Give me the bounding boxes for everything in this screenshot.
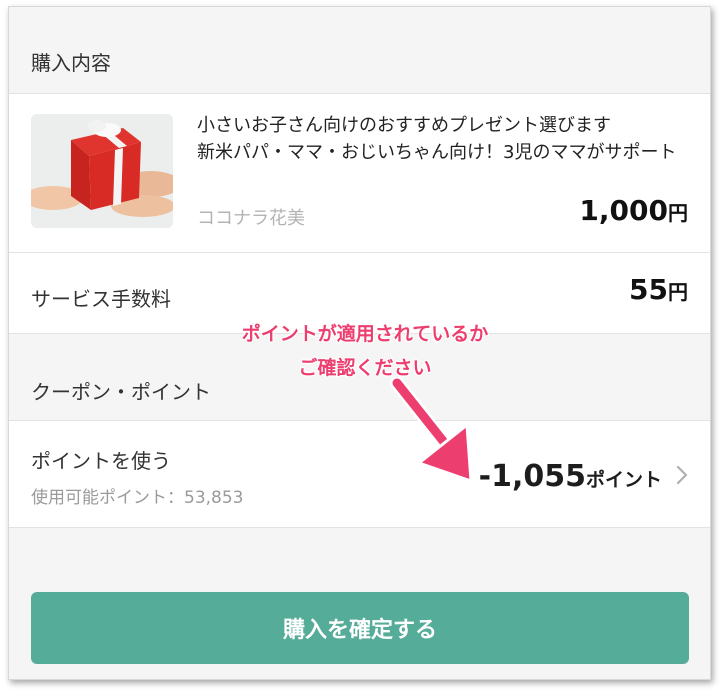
product-title-line2: 新米パパ・ママ・おじいちゃん向け！3児のママがサポート	[197, 142, 677, 163]
product-row[interactable]: 小さいお子さん向けのおすすめプレゼント選びます 新米パパ・ママ・おじいちゃん向け…	[9, 94, 710, 253]
service-fee-label: サービス手数料	[31, 287, 171, 311]
product-price-unit: 円	[668, 201, 688, 225]
use-points-label: ポイントを使う	[31, 449, 171, 473]
coupon-section-title: クーポン・ポイント	[31, 380, 211, 404]
service-fee-amount: 55円	[629, 273, 688, 306]
annotation-callout: ポイントが適用されているか ご確認ください	[205, 317, 525, 385]
applied-points: -1,055ポイント	[479, 459, 662, 494]
seller-name: ココナラ花美	[197, 208, 305, 229]
confirm-purchase-button[interactable]: 購入を確定する	[31, 592, 689, 664]
use-points-row[interactable]: ポイントを使う 使用可能ポイント：53,853 -1,055ポイント	[9, 421, 710, 528]
gift-box-image	[31, 114, 173, 228]
purchase-summary-panel: 購入内容 小さいお子さん向けのおすすめプレゼント選びます 新米パパ・ママ・おじい…	[8, 6, 711, 680]
service-fee-unit: 円	[668, 280, 688, 304]
chevron-right-icon[interactable]	[676, 465, 688, 485]
applied-points-unit: ポイント	[585, 469, 662, 491]
gift-box-icon	[31, 114, 173, 228]
product-price: 1,000円	[579, 194, 688, 227]
available-points-value: 53,853	[184, 488, 244, 508]
purchase-section-header: 購入内容	[9, 7, 710, 94]
product-title: 小さいお子さん向けのおすすめプレゼント選びます 新米パパ・ママ・おじいちゃん向け…	[197, 112, 697, 166]
product-price-value: 1,000	[579, 194, 668, 227]
product-title-line1: 小さいお子さん向けのおすすめプレゼント選びます	[197, 115, 611, 136]
purchase-section-title: 購入内容	[31, 51, 111, 75]
available-points: 使用可能ポイント：53,853	[31, 483, 243, 508]
service-fee-value: 55	[629, 273, 668, 306]
annotation-arrow-icon	[390, 377, 473, 483]
available-points-label: 使用可能ポイント：	[31, 488, 184, 508]
annotation-line1: ポイントが適用されているか	[241, 323, 489, 345]
applied-points-value: -1,055	[478, 459, 586, 494]
